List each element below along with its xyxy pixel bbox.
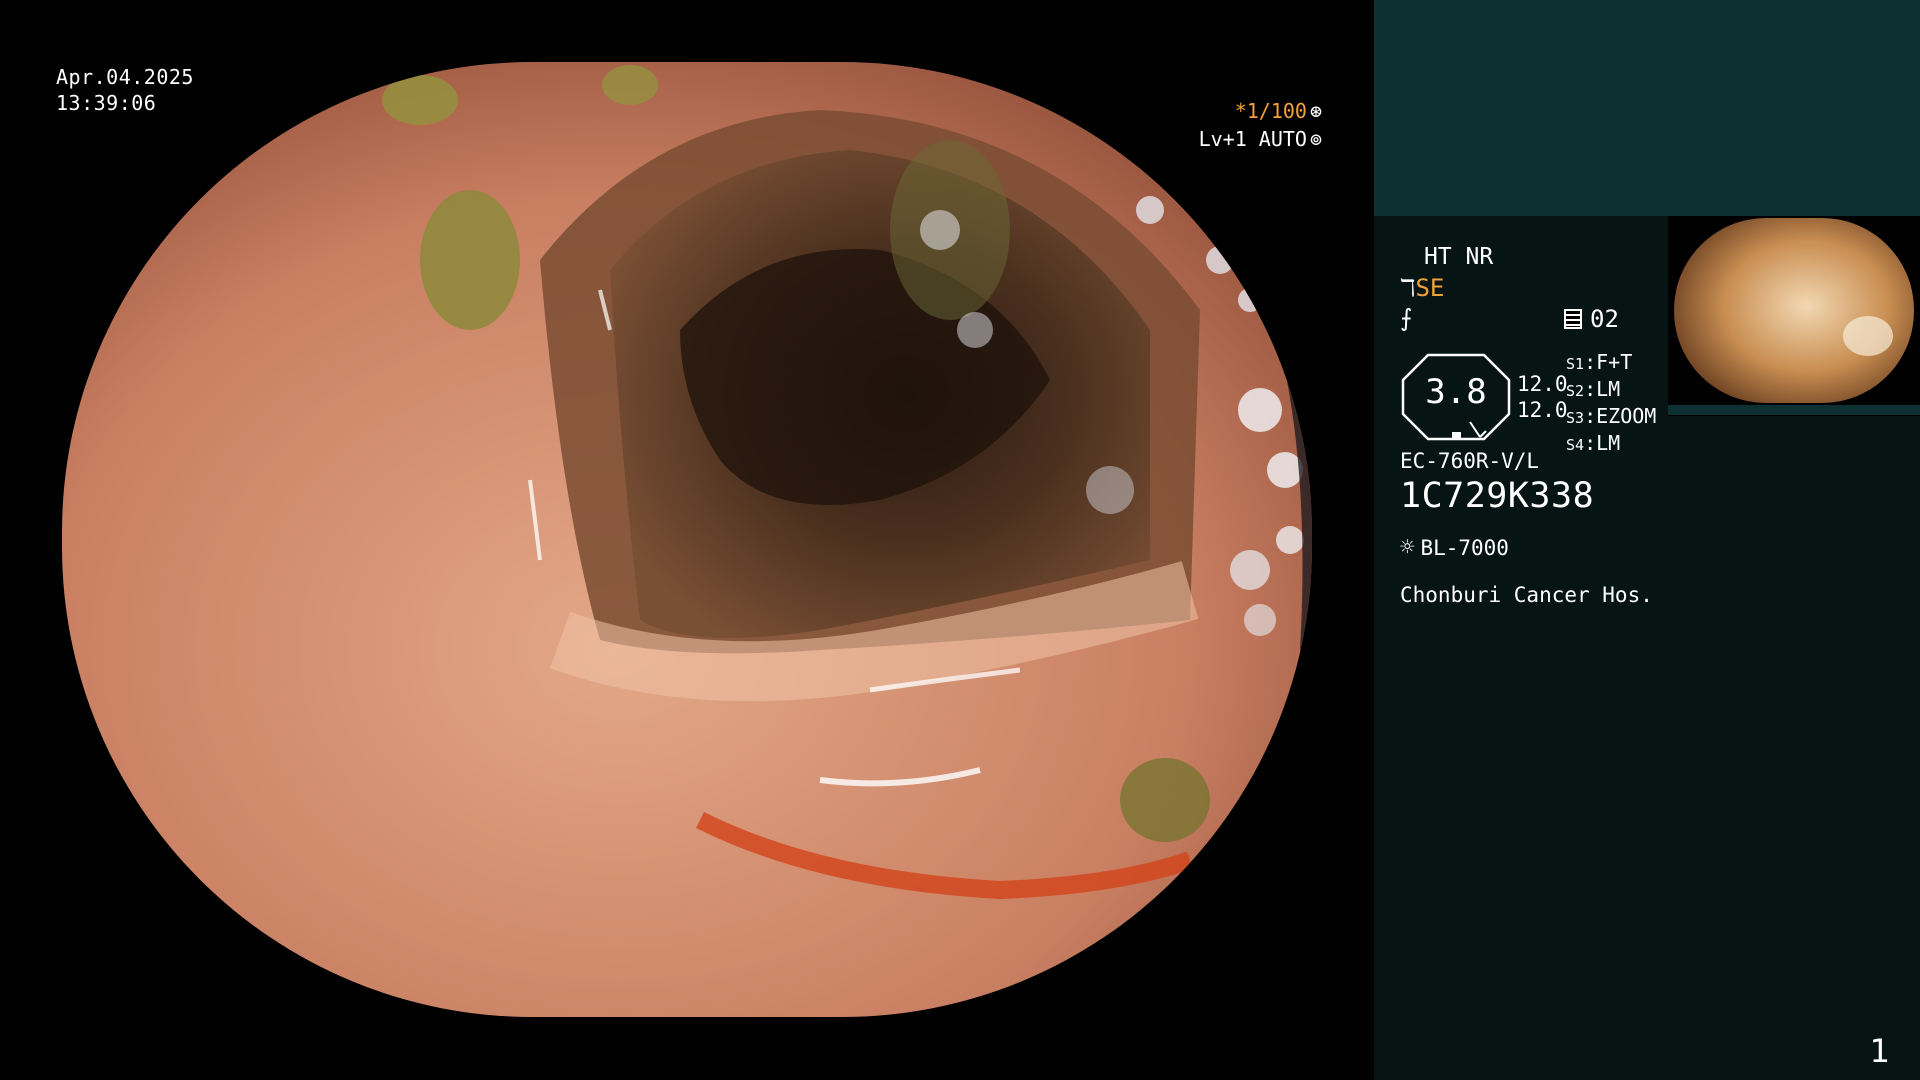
shutter-speed: *1/100	[1234, 99, 1307, 123]
memo-icon	[1564, 309, 1582, 329]
f-icon: ⨍	[1400, 304, 1413, 332]
scope-model: EC-760R-V/L	[1400, 449, 1540, 473]
iris-icon: ⊚	[1309, 127, 1322, 151]
slot-s1: S1:F+T	[1566, 350, 1633, 374]
hospital-name: Chonburi Cancer Hos.	[1400, 583, 1653, 607]
side-panel-header	[1374, 0, 1920, 216]
iris-setting: Lv+1 AUTO	[1198, 127, 1307, 151]
date-text: Apr.04.2025	[56, 65, 194, 89]
se-label: SE	[1415, 274, 1445, 302]
slot-s2: S2:LM	[1566, 377, 1621, 401]
shutter-line: *1/100 ⊛	[1199, 97, 1322, 125]
thumbnail-caption-bar	[1668, 405, 1920, 415]
value-b: 12.0	[1517, 398, 1568, 422]
light-source-model: BL-7000	[1420, 536, 1509, 560]
slot-s3: S3:EZOOM	[1566, 404, 1657, 428]
slot-s4: S4:LM	[1566, 431, 1621, 455]
iris-line: Lv+1 AUTO ⊚	[1199, 125, 1322, 153]
thumbnail-image	[1674, 218, 1914, 403]
light-source: ☼ BL-7000	[1400, 533, 1509, 561]
endoscopic-image	[62, 62, 1312, 1017]
switch-slots: S1:F+T S2:LM S3:EZOOM S4:LM	[1566, 350, 1656, 458]
thumbnail-preview[interactable]	[1668, 216, 1920, 416]
time-text: 13:39:06	[56, 91, 157, 115]
serial-number: 1C729K338	[1400, 476, 1595, 516]
se-indicator: ℸSE	[1400, 274, 1444, 302]
light-icon: ☼	[1400, 533, 1415, 561]
memo-indicator: 02	[1564, 305, 1619, 333]
memo-value: 02	[1590, 305, 1619, 333]
scope-status: *1/100 ⊛ Lv+1 AUTO ⊚	[1199, 97, 1322, 153]
value-a: 12.0	[1517, 372, 1568, 396]
octagon-value: 3.8	[1425, 372, 1487, 412]
page-number: 1	[1869, 1032, 1890, 1070]
ht-nr-label: HT NR	[1424, 244, 1494, 270]
date-time-stamp: Apr.04.2025 13:39:06	[56, 64, 194, 116]
se-prefix-icon: ℸ	[1400, 274, 1416, 302]
endoscope-main-view: Apr.04.2025 13:39:06 *1/100 ⊛ Lv+1 AUTO ⊚	[0, 0, 1374, 1080]
aperture-icon: ⊛	[1309, 99, 1322, 123]
